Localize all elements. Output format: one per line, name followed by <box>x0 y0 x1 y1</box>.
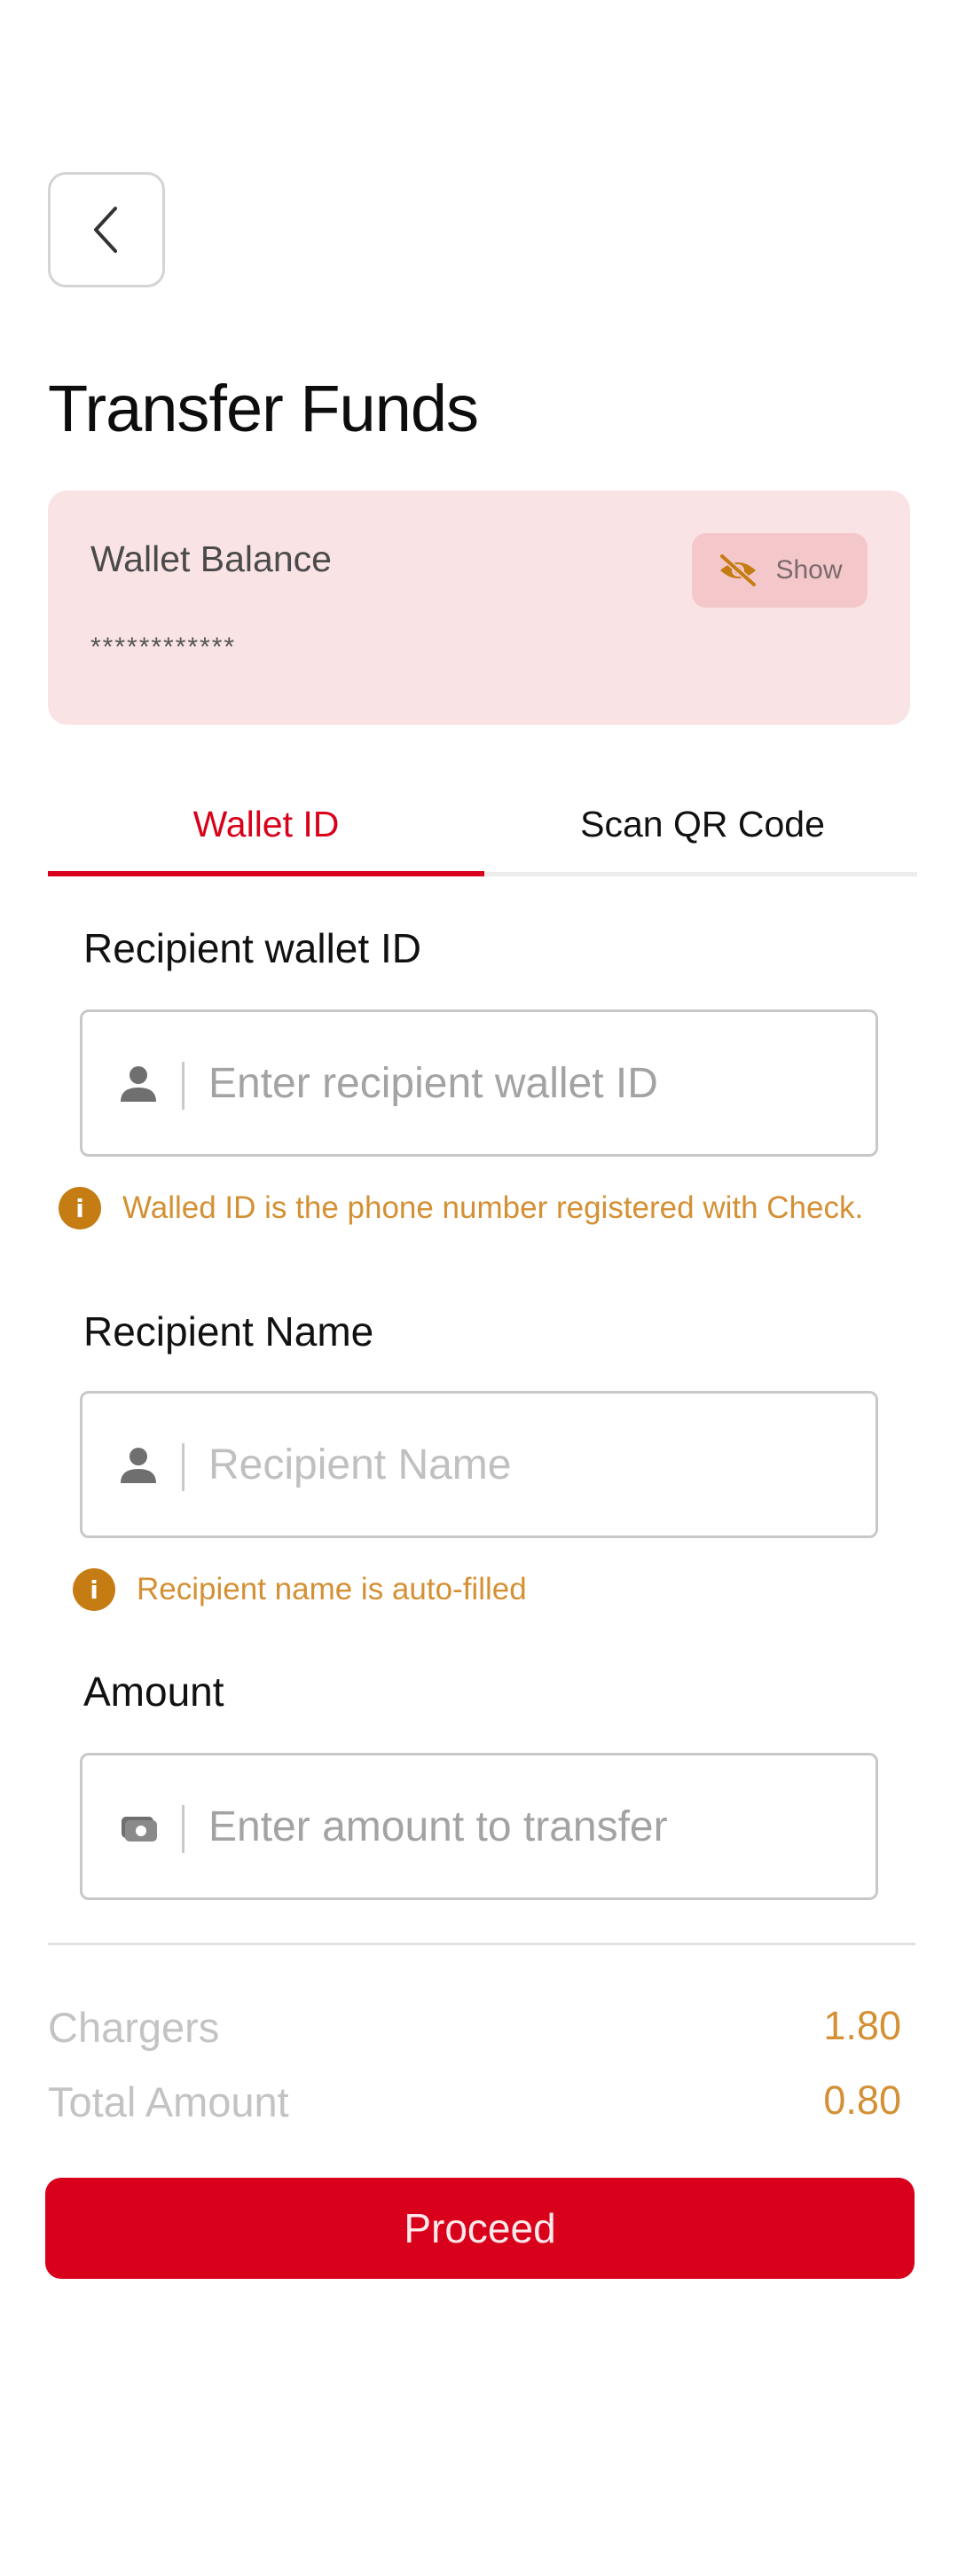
money-icon <box>122 1817 157 1842</box>
recipient-name-input[interactable]: Recipient Name <box>80 1391 878 1538</box>
recipient-name-hint-text: Recipient name is auto-filled <box>137 1572 527 1606</box>
input-separator <box>182 1443 185 1491</box>
info-icon: i <box>73 1568 115 1611</box>
wallet-balance-label: Wallet Balance <box>90 538 332 579</box>
wallet-balance-value: ************ <box>90 632 237 662</box>
person-icon <box>121 1448 156 1483</box>
charges-row: Chargers 1.80 <box>48 2003 901 2065</box>
total-amount-label: Total Amount <box>48 2078 289 2125</box>
show-balance-button[interactable]: Show <box>692 533 868 608</box>
tab-scan-qr-code[interactable]: Scan QR Code <box>484 772 921 876</box>
amount-input[interactable]: Enter amount to transfer <box>80 1753 878 1900</box>
amount-label: Amount <box>83 1669 224 1715</box>
recipient-wallet-id-placeholder: Enter recipient wallet ID <box>208 1059 658 1107</box>
recipient-name-hint: i Recipient name is auto-filled <box>73 1568 527 1611</box>
total-amount-value: 0.80 <box>823 2077 901 2123</box>
back-button[interactable] <box>48 172 165 287</box>
recipient-wallet-id-label: Recipient wallet ID <box>83 925 421 971</box>
input-separator <box>182 1805 185 1853</box>
eye-off-icon <box>718 553 758 588</box>
wallet-id-hint: i Walled ID is the phone number register… <box>59 1187 863 1229</box>
recipient-name-label: Recipient Name <box>83 1308 374 1355</box>
charges-value: 1.80 <box>823 2003 901 2048</box>
amount-placeholder: Enter amount to transfer <box>208 1802 668 1850</box>
summary-divider <box>48 1943 915 1945</box>
proceed-button[interactable]: Proceed <box>45 2178 915 2279</box>
info-icon: i <box>59 1187 101 1229</box>
charges-label: Chargers <box>48 2004 220 2051</box>
wallet-id-hint-text: Walled ID is the phone number registered… <box>122 1190 864 1225</box>
transfer-method-tabs: Wallet ID Scan QR Code <box>48 772 917 876</box>
chevron-left-icon <box>94 207 117 253</box>
input-separator <box>182 1062 185 1110</box>
person-icon <box>121 1066 156 1102</box>
recipient-wallet-id-input[interactable]: Enter recipient wallet ID <box>80 1009 878 1157</box>
page-title: Transfer Funds <box>48 372 479 445</box>
wallet-balance-card: Wallet Balance ************ Show <box>48 491 910 725</box>
recipient-name-placeholder: Recipient Name <box>208 1441 512 1488</box>
active-tab-indicator <box>48 871 484 876</box>
total-amount-row: Total Amount 0.80 <box>48 2077 901 2140</box>
tab-wallet-id[interactable]: Wallet ID <box>48 772 484 876</box>
show-balance-label: Show <box>775 555 843 585</box>
